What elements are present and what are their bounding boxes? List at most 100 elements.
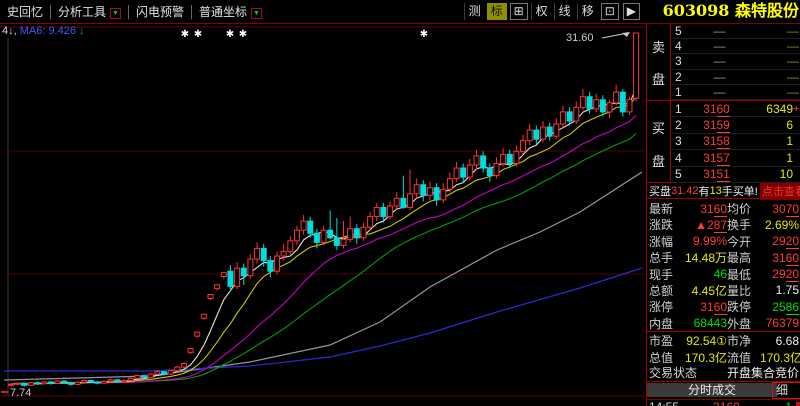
buy-volume: 10 [747, 167, 793, 181]
buy-price: 3157 [686, 151, 747, 165]
toolbar-button-1[interactable]: 标 [487, 3, 507, 20]
stat-label: 最高 [727, 249, 760, 266]
star-icon: ✱ [181, 29, 189, 40]
ma-longest-blue [4, 268, 642, 371]
sell-volume: — [753, 70, 799, 84]
toolbar-button-4[interactable]: 线 [554, 3, 575, 20]
buy-volume: 1 [747, 151, 793, 165]
quote-panel: 卖 盘 5——4——3——2——1—— 买 盘 131606349+630323… [646, 24, 800, 406]
stat-value: 2920 [760, 267, 799, 281]
sell-row[interactable]: 2—— [672, 70, 800, 85]
sell-volume: — [753, 24, 799, 38]
tape-time: 14:55 [649, 400, 689, 406]
stat-label: 总值 [649, 349, 678, 366]
star-icon: ✱ [194, 29, 202, 40]
toolbar-button-2[interactable]: ⊞ [510, 3, 528, 20]
trading-app-window: 史回忆 分析工具▼ 闪电预警 普通坐标▼ 测标⊞权线移⊡▶ 603098 森特股… [0, 0, 800, 406]
notice-text: 买盘 [649, 183, 671, 199]
notice-text: 有 [699, 183, 710, 199]
arrow-icon [622, 32, 630, 37]
tab-detail[interactable]: 细 [772, 382, 800, 399]
stat-value: 2.69% [760, 218, 799, 232]
low-price-label: 7.74 [10, 387, 31, 399]
sell-row[interactable]: 3—— [672, 54, 800, 69]
menu-item-label: 分析工具 [58, 5, 106, 19]
stat-row: 涨跌▲287换手2.69% [647, 216, 800, 232]
chart-gridlines [0, 27, 645, 396]
stat-value: 3070 [760, 202, 799, 216]
ma-long-gray [4, 172, 642, 380]
stat-value: 170.3亿 [760, 349, 800, 366]
sell-row[interactable]: 4—— [672, 39, 800, 54]
notice-lots: 13 [710, 185, 722, 197]
buy-level: 1 [675, 102, 686, 116]
stat-label: 现手 [649, 266, 678, 283]
buy-volume: 6349 [747, 102, 793, 116]
buy-level: 2 [675, 118, 686, 132]
buy-level: 4 [675, 151, 686, 165]
ma-value-prefix: 4↓, [2, 25, 17, 37]
toolbar-button-6[interactable]: ⊡ [601, 3, 619, 20]
buy-row[interactable]: 5315110 [672, 167, 800, 183]
star-icon: ✱ [239, 29, 247, 40]
stat-row: 内盘68443外盘76379 [647, 315, 800, 331]
sell-row[interactable]: 1—— [672, 85, 800, 100]
sell-level: 3 [675, 54, 686, 68]
menu-items: 史回忆 分析工具 ▼ 闪电预警 普通坐标 ▼ [0, 0, 269, 23]
stat-label: 涨跌 [649, 216, 678, 233]
buy-row[interactable]: 331581 [672, 134, 800, 150]
pan-char: 盘 [652, 151, 665, 170]
menu-item-label: 普通坐标 [199, 5, 247, 19]
dropdown-arrow-icon[interactable]: ▼ [110, 8, 121, 19]
notice-price: 31.42 [671, 185, 699, 197]
stat-value: 14.48万 [678, 249, 727, 266]
menu-bar: 史回忆 分析工具▼ 闪电预警 普通坐标▼ 测标⊞权线移⊡▶ 603098 森特股… [0, 0, 800, 24]
sell-level: 1 [675, 85, 686, 99]
stat-value: 170.3亿 [678, 349, 727, 366]
click-to-view-button[interactable]: 点击查看 [760, 182, 800, 200]
stat-label: 总手 [649, 249, 678, 266]
menu-item-normal-coordinates[interactable]: 普通坐标 ▼ [192, 1, 269, 23]
sell-char: 卖 [652, 37, 665, 56]
menu-item-flash-alert[interactable]: 闪电预警 [129, 1, 191, 23]
high-price-label: 31.60 [566, 32, 594, 44]
stat-value: 2586 [760, 300, 799, 314]
stat-row: 最新3160均价3070 [647, 200, 800, 216]
stat-label: 最低 [727, 266, 760, 283]
sell-row[interactable]: 5—— [672, 24, 800, 39]
tape-icon [796, 402, 800, 406]
chart-toolbar: 测标⊞权线移⊡▶ [463, 2, 642, 21]
stat-label: 涨停 [649, 298, 678, 315]
buy-order-notice: 买盘31.42有13手买单! 点击查看 [647, 182, 800, 199]
stat-row: 涨幅9.99%今开2920 [647, 233, 800, 249]
notice-text: 手买单! [722, 183, 758, 199]
tape-row[interactable]: 14:55 3160 1 [647, 399, 800, 406]
stat-value: 2920 [760, 234, 799, 248]
dropdown-arrow-icon[interactable]: ▼ [251, 8, 262, 19]
buy-order-book: 买 盘 131606349+63032315963315814315715315… [647, 100, 800, 182]
toolbar-button-7[interactable]: ▶ [623, 3, 640, 20]
buy-row[interactable]: 231596 [672, 117, 800, 133]
stat-value: 3160 [678, 300, 727, 314]
stat-label: 换手 [727, 216, 760, 233]
buy-row[interactable]: 131606349+6303 [672, 101, 800, 117]
toolbar-button-5[interactable]: 移 [577, 3, 598, 20]
stat-label: 今开 [727, 233, 760, 250]
stat-row: 总额4.45亿量比1.75 [647, 282, 800, 298]
stat-label: 内盘 [649, 315, 678, 332]
signal-star-markers: ✱✱✱✱✱ [181, 29, 428, 40]
buy-label: 买 盘 [647, 101, 671, 182]
menu-item-history-recall[interactable]: 史回忆 [0, 1, 50, 23]
menu-item-analysis-tools[interactable]: 分析工具 ▼ [51, 1, 128, 23]
pan-char: 盘 [652, 69, 665, 88]
buy-volume-change: +6303 [793, 103, 800, 115]
stat-value: 92.54① [678, 334, 727, 348]
tab-intraday-trades[interactable]: 分时成交 [647, 383, 777, 397]
kline-chart[interactable]: ✱✱✱✱✱31.607.74 [0, 24, 646, 406]
stock-name: 森特股份 [735, 1, 799, 20]
buy-row[interactable]: 431571 [672, 150, 800, 166]
sell-label: 卖 盘 [647, 24, 671, 100]
toolbar-button-0[interactable]: 测 [464, 3, 485, 20]
stat-value: 4.45亿 [678, 282, 727, 299]
toolbar-button-3[interactable]: 权 [531, 3, 552, 20]
